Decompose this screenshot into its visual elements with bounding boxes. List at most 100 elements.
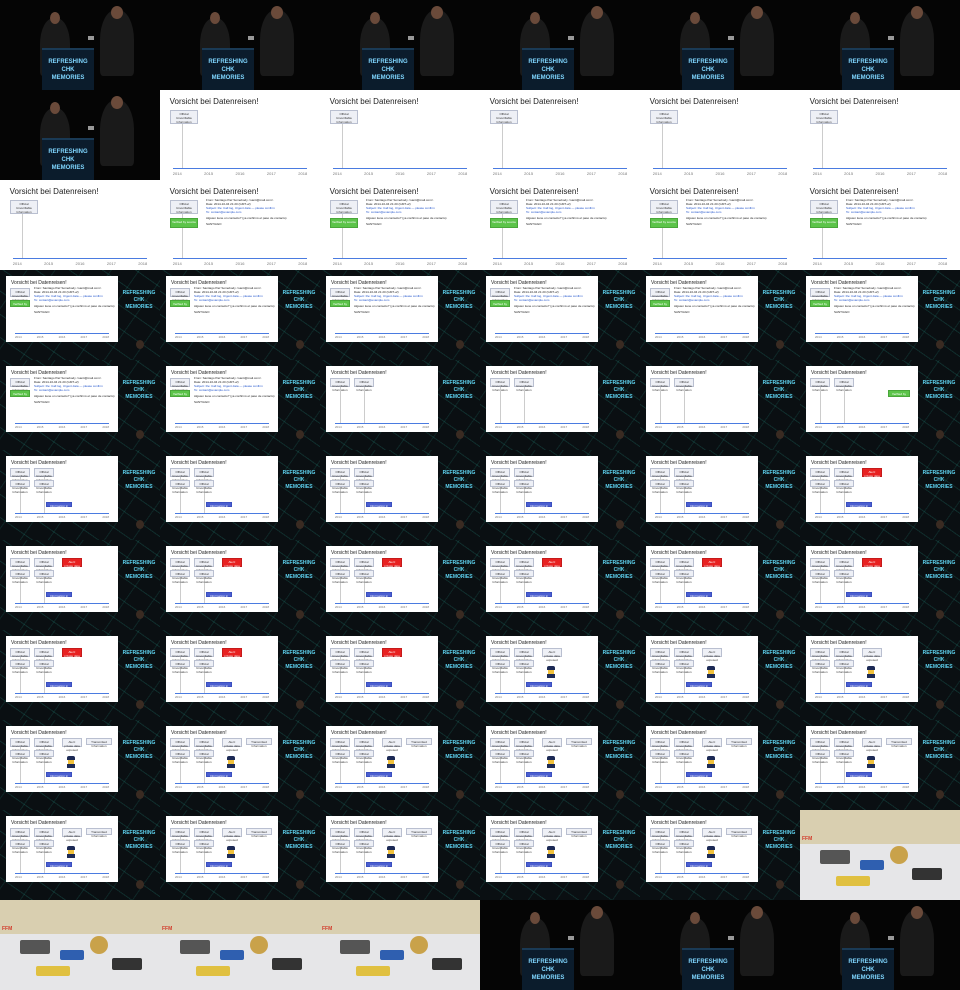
timeline-ticks: 2014 2015 2016 2017 2018 xyxy=(335,425,429,429)
speaker-inset xyxy=(456,790,464,799)
logo-line-2: CHK xyxy=(453,747,465,753)
tick-label: 2015 xyxy=(356,335,364,340)
tick-label: 2014 xyxy=(174,605,182,610)
conference-logo: REFRESHING CHK MEMORIES xyxy=(121,380,157,401)
tick-label: 2018 xyxy=(742,515,750,520)
conference-logo: REFRESHING CHK MEMORIES xyxy=(441,470,477,491)
slide-page: Vorsicht bei Datenreisen! Official Unveri… xyxy=(326,816,438,882)
tick-label: 2018 xyxy=(102,515,110,520)
tick-label: 2016 xyxy=(378,515,386,520)
tick-label: 2014 xyxy=(494,695,502,700)
tick-label: 2017 xyxy=(560,875,568,880)
tick-label: 2014 xyxy=(174,515,182,520)
tick-label: 2018 xyxy=(742,605,750,610)
logo-line-3: MEMORIES xyxy=(371,75,405,81)
conference-logo: REFRESHING CHK MEMORIES xyxy=(601,470,637,491)
slide-title: Vorsicht bei Datenreisen! xyxy=(171,460,227,466)
logo-line-1: REFRESHING xyxy=(282,740,316,746)
backdrop xyxy=(320,900,480,934)
email-signature: SANTIAGO xyxy=(34,400,50,404)
timeline-axis xyxy=(814,513,910,515)
slide-page: Vorsicht bei Datenreisen! Official Unveri… xyxy=(6,636,118,702)
slide-page: Vorsicht bei Datenreisen! Official Unveri… xyxy=(800,180,960,270)
logo-line-1: REFRESHING xyxy=(282,290,316,296)
email-body: Alguien tiene un contacto? (ya confirmó … xyxy=(526,216,607,220)
public-info-box: Information in Public xyxy=(366,502,392,512)
slide-page: Vorsicht bei Datenreisen! Official Unveri… xyxy=(166,456,278,522)
info-box: Official Unverifiable Information xyxy=(10,660,30,674)
info-box: Official Unverifiable Information xyxy=(34,648,54,662)
tick-label: 2017 xyxy=(80,515,88,520)
police-icon xyxy=(226,756,236,768)
tick-label: 2015 xyxy=(676,785,684,790)
info-box: Official Unverifiable Information xyxy=(34,750,54,764)
tick-label: 2014 xyxy=(334,425,342,430)
transmitted-box: Transmitted Information xyxy=(726,738,752,748)
conference-logo: REFRESHING CHK MEMORIES xyxy=(441,650,477,671)
microphone-icon xyxy=(568,936,574,940)
timeline-ticks: 2014 2015 2016 2017 2018 xyxy=(15,425,109,429)
info-box: Official Unverifiable Information xyxy=(650,468,670,482)
logo-line-2: CHK xyxy=(613,657,625,663)
info-box: Official Unverifiable Information xyxy=(34,558,54,572)
slide-title: Vorsicht bei Datenreisen! xyxy=(491,370,547,376)
info-box: Official Unverifiable Information xyxy=(330,660,350,674)
conference-logo: REFRESHING CHK MEMORIES xyxy=(601,380,637,401)
tick-label: 2017 xyxy=(80,335,88,340)
conference-logo: REFRESHING CHK MEMORIES xyxy=(281,290,317,311)
info-box: Official Unverifiable Information xyxy=(810,558,830,572)
info-box: Official Unverifiable Information xyxy=(34,660,54,674)
speaker-right xyxy=(100,10,134,76)
conference-logo: REFRESHING CHK MEMORIES xyxy=(441,290,477,311)
info-box: Official Unverifiable Information xyxy=(674,480,694,494)
timeline-axis xyxy=(492,258,628,260)
tick-label: 2016 xyxy=(858,515,866,520)
tick-label: 2018 xyxy=(458,261,468,267)
info-box: Official Unverifiable Information xyxy=(650,570,670,584)
timeline-axis xyxy=(812,258,948,260)
timeline-ticks: 2014 2015 2016 2017 2018 xyxy=(335,515,429,519)
logo-line-2: CHK xyxy=(613,297,625,303)
info-box: Official Unverifiable Information xyxy=(194,468,214,482)
tick-label: 2014 xyxy=(334,875,342,880)
public-info-box: Information in Public xyxy=(846,682,872,692)
public-info-box: Information in Public xyxy=(686,682,712,692)
slide-title: Vorsicht bei Datenreisen! xyxy=(331,820,387,826)
logo-line-1: REFRESHING xyxy=(48,149,88,155)
timeline-axis xyxy=(494,693,590,695)
microphone-icon xyxy=(568,36,574,40)
thumbnail-row: FFM FFM FFM REFRESHING CHK MEMORIES REFR… xyxy=(0,900,960,990)
info-box: Official Unverifiable Information xyxy=(354,750,374,764)
conference-logo: REFRESHING CHK MEMORIES xyxy=(441,560,477,581)
tick-label: 2016 xyxy=(858,335,866,340)
thumbnail-stage: REFRESHING CHK MEMORIES xyxy=(480,0,640,90)
tick-label: 2017 xyxy=(240,695,248,700)
backdrop xyxy=(800,810,960,844)
speaker-inset xyxy=(296,700,304,709)
conference-logo: REFRESHING CHK MEMORIES xyxy=(761,740,797,761)
info-box: Official Unverifiable Information xyxy=(10,828,30,842)
logo-line-2: CHK xyxy=(541,67,555,73)
tick-label: 2016 xyxy=(218,515,226,520)
tick-label: 2016 xyxy=(698,425,706,430)
info-box: Official Unverifiable Information xyxy=(194,660,214,674)
slide-page: Vorsicht bei Datenreisen! Official Unveri… xyxy=(326,456,438,522)
speaker-inset xyxy=(136,520,144,529)
alert-box: Alert: private data exposed xyxy=(62,648,82,662)
conference-logo: REFRESHING CHK MEMORIES xyxy=(281,650,317,671)
speaker-inset xyxy=(136,610,144,619)
public-info-box: Information in Public xyxy=(846,772,872,782)
thumbnail-grid: REFRESHING CHK MEMORIES REFRESHING CHK M… xyxy=(0,0,960,990)
logo-line-2: CHK xyxy=(453,837,465,843)
device xyxy=(180,940,210,954)
tick-label: 2017 xyxy=(400,515,408,520)
public-info-box: Information in Public xyxy=(206,772,232,782)
transmitted-box: Transmitted Information xyxy=(886,738,912,748)
slide-title: Vorsicht bei Datenreisen! xyxy=(811,460,867,466)
info-box: Official Unverifiable Information xyxy=(650,750,670,764)
tick-label: 2014 xyxy=(174,785,182,790)
conference-logo: REFRESHING CHK MEMORIES xyxy=(844,58,892,82)
logo-line-1: REFRESHING xyxy=(442,740,476,746)
timeline-ticks: 2014 2015 2016 2017 2018 xyxy=(655,515,749,519)
thumbnail-slide: Vorsicht bei Datenreisen! Official Unveri… xyxy=(160,360,320,450)
